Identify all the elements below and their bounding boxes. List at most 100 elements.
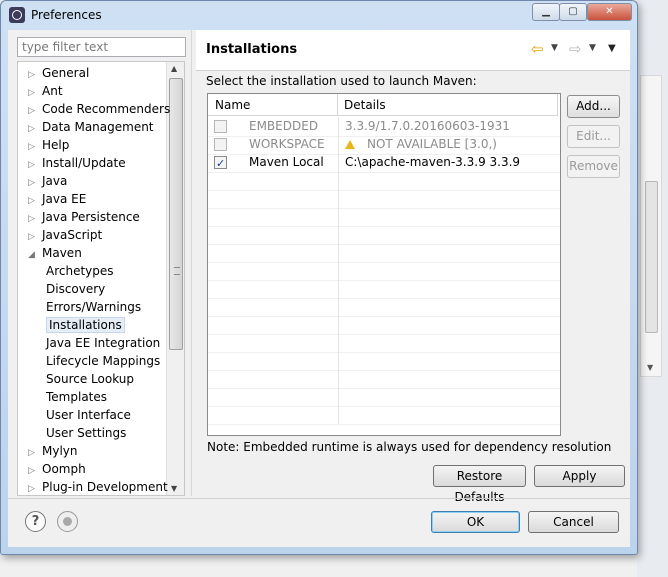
tree-item-maven[interactable]: ◢ Maven bbox=[28, 244, 82, 262]
tree-item-code-recommenders[interactable]: ▷ Code Recommenders bbox=[28, 100, 170, 118]
tree-item-java-persistence[interactable]: ▷ Java Persistence bbox=[28, 208, 140, 226]
record-icon[interactable] bbox=[57, 511, 78, 532]
table-row[interactable]: ✓ Maven Local C:\apache-maven-3.3.9 3.3.9 bbox=[208, 153, 560, 173]
tree-item-discovery[interactable]: Discovery bbox=[46, 280, 105, 298]
tree-scrollbar[interactable]: ▲ ▼ bbox=[166, 62, 184, 495]
tree-item-mylyn[interactable]: ▷ Mylyn bbox=[28, 442, 78, 460]
edit-button[interactable]: Edit... bbox=[567, 125, 620, 148]
tree-item-plug-in-development[interactable]: ▷ Plug-in Development bbox=[28, 478, 168, 495]
tree-item-label: General bbox=[42, 66, 90, 80]
tree-item-installations[interactable]: Installations bbox=[46, 316, 125, 334]
tree-item-errors-warnings[interactable]: Errors/Warnings bbox=[46, 298, 141, 316]
column-header-name[interactable]: Name bbox=[208, 94, 338, 116]
column-header-details[interactable]: Details bbox=[338, 94, 558, 116]
table-row bbox=[208, 333, 560, 353]
installation-checkbox[interactable] bbox=[214, 120, 227, 133]
details-cell bbox=[339, 351, 559, 370]
scroll-down-icon: ▼ bbox=[647, 363, 654, 372]
pane-divider[interactable] bbox=[191, 30, 192, 496]
table-row bbox=[208, 369, 560, 389]
tree-item-label: Archetypes bbox=[46, 264, 114, 278]
tree-item-templates[interactable]: Templates bbox=[46, 388, 107, 406]
scroll-up-icon[interactable]: ▲ bbox=[171, 64, 177, 73]
preferences-dialog: Preferences ▁ ▢ ✕ ▲ ▼ ▷General▷Ant▷Code … bbox=[0, 0, 638, 555]
apply-button[interactable]: Apply bbox=[534, 465, 625, 487]
scroll-down-icon[interactable]: ▼ bbox=[171, 484, 177, 493]
name-cell bbox=[208, 369, 339, 388]
tree-item-label: Templates bbox=[46, 390, 108, 404]
name-cell: EMBEDDED bbox=[208, 117, 339, 136]
expand-icon[interactable]: ▷ bbox=[28, 480, 42, 495]
table-row bbox=[208, 387, 560, 407]
tree-item-label: Data Management bbox=[42, 120, 154, 134]
table-row[interactable]: WORKSPACE NOT AVAILABLE [3.0,) bbox=[208, 135, 560, 155]
details-cell bbox=[339, 369, 559, 388]
table-row[interactable]: EMBEDDED 3.3.9/1.7.0.20160603-1931 bbox=[208, 117, 560, 137]
tree-item-data-management[interactable]: ▷ Data Management bbox=[28, 118, 154, 136]
back-arrow-icon[interactable]: ⇦ bbox=[531, 40, 544, 58]
tree-item-install-update[interactable]: ▷ Install/Update bbox=[28, 154, 126, 172]
tree-item-source-lookup[interactable]: Source Lookup bbox=[46, 370, 134, 388]
tree-item-label: Code Recommenders bbox=[42, 102, 171, 116]
name-cell bbox=[208, 297, 339, 316]
name-cell bbox=[208, 351, 339, 370]
window-title: Preferences bbox=[31, 8, 102, 22]
maximize-button[interactable]: ▢ bbox=[559, 3, 587, 21]
details-cell: 3.3.9/1.7.0.20160603-1931 bbox=[339, 117, 559, 136]
tree-item-java[interactable]: ▷ Java bbox=[28, 172, 67, 190]
remove-button[interactable]: Remove bbox=[567, 155, 620, 178]
tree-item-label: Java bbox=[42, 174, 68, 188]
help-icon[interactable]: ? bbox=[25, 511, 46, 532]
restore-defaults-button[interactable]: Restore Defaults bbox=[433, 465, 526, 504]
tree-item-label: Maven bbox=[42, 246, 82, 260]
tree-item-ant[interactable]: ▷ Ant bbox=[28, 82, 63, 100]
tree-item-label: Discovery bbox=[46, 282, 106, 296]
tree-item-label: Ant bbox=[42, 84, 63, 98]
filter-input[interactable] bbox=[17, 37, 186, 57]
view-menu-icon[interactable]: ▼ bbox=[608, 43, 616, 54]
close-button[interactable]: ✕ bbox=[587, 3, 632, 21]
tree-item-help[interactable]: ▷ Help bbox=[28, 136, 69, 154]
installation-name: EMBEDDED bbox=[249, 119, 319, 133]
details-cell bbox=[339, 225, 559, 244]
tree-item-user-interface[interactable]: User Interface bbox=[46, 406, 131, 424]
forward-dropdown-icon: ▼ bbox=[589, 43, 596, 53]
name-cell bbox=[208, 189, 339, 208]
tree-scrollbar-thumb[interactable] bbox=[169, 78, 183, 350]
back-dropdown-icon[interactable]: ▼ bbox=[551, 43, 558, 53]
name-cell bbox=[208, 315, 339, 334]
minimize-button[interactable]: ▁ bbox=[532, 3, 560, 21]
title-bar[interactable]: Preferences ▁ ▢ ✕ bbox=[1, 1, 637, 29]
tree-item-oomph[interactable]: ▷ Oomph bbox=[28, 460, 86, 478]
tree-item-label: Java Persistence bbox=[42, 210, 140, 224]
tree-item-label: Errors/Warnings bbox=[46, 300, 142, 314]
installation-checkbox[interactable]: ✓ bbox=[214, 156, 227, 170]
tree-item-javascript[interactable]: ▷ JavaScript bbox=[28, 226, 102, 244]
forward-arrow-icon: ⇨ bbox=[569, 40, 582, 58]
tree-item-java-ee-integration[interactable]: Java EE Integration bbox=[46, 334, 160, 352]
cancel-button[interactable]: Cancel bbox=[528, 511, 619, 533]
table-row bbox=[208, 207, 560, 227]
name-cell bbox=[208, 243, 339, 262]
tree-item-archetypes[interactable]: Archetypes bbox=[46, 262, 114, 280]
installations-table: Name Details EMBEDDED 3.3.9/1.7.0.2016060… bbox=[207, 93, 561, 436]
tree-item-lifecycle-mappings[interactable]: Lifecycle Mappings bbox=[46, 352, 160, 370]
tree-item-java-ee[interactable]: ▷ Java EE bbox=[28, 190, 86, 208]
installation-details: NOT AVAILABLE [3.0,) bbox=[367, 137, 497, 151]
details-cell bbox=[339, 315, 559, 334]
installation-checkbox[interactable] bbox=[214, 138, 227, 151]
name-cell bbox=[208, 279, 339, 298]
tree-item-general[interactable]: ▷ General bbox=[28, 64, 89, 82]
ok-button[interactable]: OK bbox=[431, 511, 520, 533]
name-cell bbox=[208, 387, 339, 406]
tree-item-label: Mylyn bbox=[42, 444, 78, 458]
tree-item-label: Help bbox=[42, 138, 70, 152]
details-cell bbox=[339, 333, 559, 352]
tree-item-label: User Interface bbox=[46, 408, 131, 422]
background-window: ▼ bbox=[637, 0, 668, 577]
name-cell bbox=[208, 207, 339, 226]
tree-item-user-settings[interactable]: User Settings bbox=[46, 424, 126, 442]
details-cell bbox=[339, 171, 559, 190]
collapse-icon[interactable]: ◢ bbox=[28, 246, 42, 264]
add-button[interactable]: Add... bbox=[567, 95, 620, 118]
